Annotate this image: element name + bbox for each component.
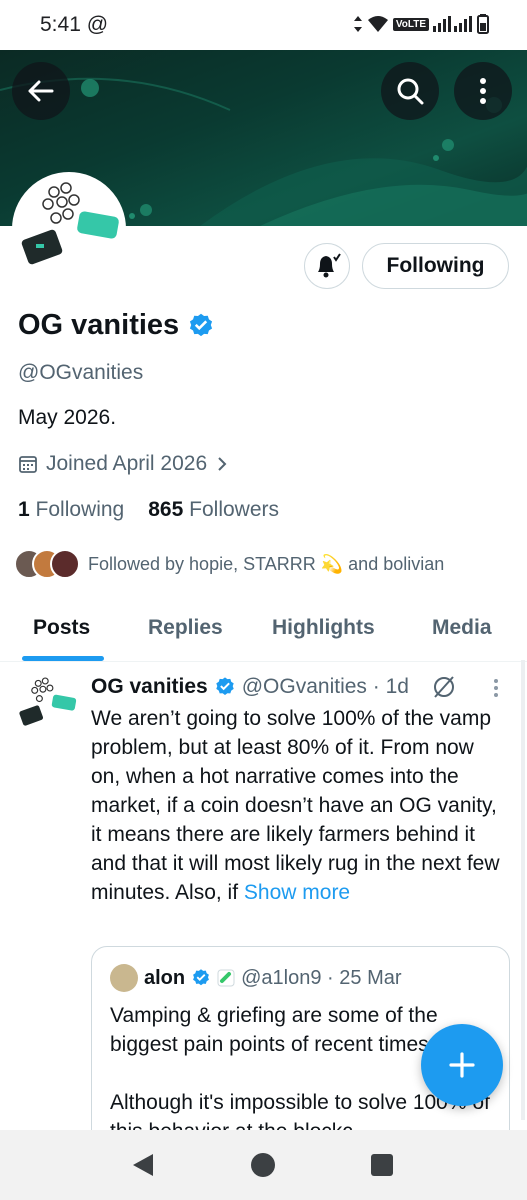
post-header: OG vanities @OGvanities · 1d [91,674,457,700]
verified-badge-icon [216,677,234,695]
nav-back-icon[interactable] [131,1152,155,1178]
tab-replies[interactable]: Replies [148,616,223,640]
chevron-right-icon [218,457,227,471]
more-vertical-icon [480,78,486,104]
quote-header: alon @a1lon9 · 25 Mar [110,964,402,992]
followers-stat[interactable]: 865 Followers [148,498,279,522]
notifications-bell-button[interactable] [304,243,350,289]
data-transfer-icon [353,16,362,32]
signal-icon [433,16,472,32]
quote-author-name: alon [144,966,186,989]
nav-recents-icon[interactable] [370,1153,394,1177]
back-arrow-icon [28,80,54,102]
status-bar: 5:41 @ VoLTE [0,0,527,50]
compose-button[interactable] [421,1024,503,1106]
joined-text: Joined April 2026 [46,452,208,475]
tab-highlights[interactable]: Highlights [272,616,375,640]
battery-icon [477,14,489,34]
post-body: We aren’t going to solve 100% of the vam… [91,704,501,907]
og-vanities-logo [21,182,119,265]
calendar-icon [19,456,37,473]
affiliate-badge-icon [217,969,235,987]
og-vanities-logo [19,677,77,726]
post-author-name[interactable]: OG vanities [91,675,208,699]
post-handle-time: @OGvanities · 1d [241,675,409,698]
follower-avatar [50,549,80,579]
profile-bio: May 2026. [18,406,117,429]
followed-by-row[interactable]: Followed by hopie, STARRR 💫 and bolivian [14,549,444,579]
grok-icon[interactable] [431,674,457,700]
profile-tabs: Posts Replies Highlights Media [0,600,527,662]
bell-icon [318,253,341,278]
following-stat[interactable]: 1 Following [18,498,124,522]
scrollbar[interactable] [521,660,525,1120]
post-text: We aren’t going to solve 100% of the vam… [91,707,500,904]
followed-by-text: Followed by hopie, STARRR 💫 and bolivian [88,553,445,574]
wifi-icon [367,16,388,32]
volte-badge: VoLTE [392,17,429,31]
followed-by-avatars [14,549,80,579]
profile-handle: @OGvanities [18,361,144,384]
active-tab-indicator [22,656,104,661]
tab-media[interactable]: Media [432,616,492,640]
status-icons: VoLTE [353,14,489,34]
follow-stats: 1 Following 865 Followers [18,498,279,522]
profile-display-name: OG vanities [18,309,215,342]
nav-home-icon[interactable] [250,1152,276,1178]
verified-badge-icon [190,313,213,336]
quote-handle-time: @a1lon9 · 25 Mar [241,966,402,989]
search-icon [397,78,424,105]
tab-posts[interactable]: Posts [33,616,90,640]
profile-joined[interactable]: Joined April 2026 [18,452,229,476]
back-button[interactable] [12,62,70,120]
post-more-icon[interactable] [492,678,500,698]
system-nav-bar [0,1130,527,1200]
more-button[interactable] [454,62,512,120]
verified-badge-icon [193,969,210,986]
profile-avatar[interactable] [12,172,126,286]
following-button[interactable]: Following [362,243,509,289]
post-author-avatar[interactable] [16,674,78,736]
search-button[interactable] [381,62,439,120]
compose-plus-icon [449,1052,475,1078]
status-time: 5:41 @ [40,13,109,36]
display-name-text: OG vanities [18,309,180,341]
quote-author-avatar [110,964,138,992]
show-more-link[interactable]: Show more [244,881,350,904]
